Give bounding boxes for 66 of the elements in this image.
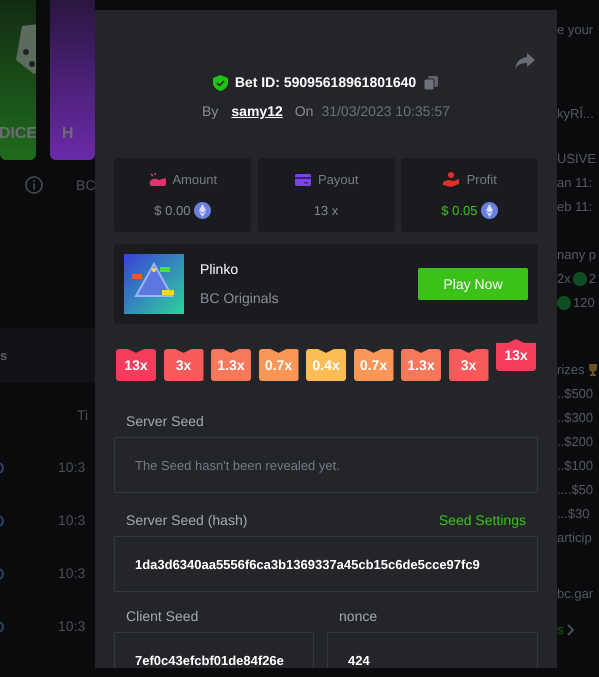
stat-value: $ 0.00 [154, 202, 190, 220]
side-text: ..$300 [557, 409, 594, 428]
multiplier-chip: 3x [448, 349, 488, 381]
client-seed-field[interactable]: 7ef0c43efcbf01de84f26e [114, 632, 314, 668]
side-text: ....$50 [557, 481, 594, 500]
bet-date: 31/03/2023 10:35:57 [321, 102, 450, 121]
tile-caption: BC [76, 176, 95, 194]
side-text: an 11: [557, 174, 592, 192]
column-header: Ti [77, 407, 88, 423]
coin-icon [557, 296, 571, 310]
field-label: Client Seed [125, 606, 200, 626]
multiplier-chip: 1.3x [401, 349, 441, 381]
time-cell-text: 10:3 [58, 564, 86, 583]
game-provider: BC Originals [200, 289, 279, 308]
trophy-icon [586, 363, 599, 377]
info-icon [25, 176, 43, 194]
side-text: kyRÎ... [557, 105, 594, 124]
side-text: e your [557, 21, 594, 40]
side-text: ..$500 [557, 385, 594, 404]
server-seed-hash-field[interactable]: 1da3d6340aa5556f6ca3b1369337a45cb15c6de5cce97fc9 [114, 536, 538, 592]
username-link[interactable]: samy12 [231, 101, 283, 122]
multiplier-chip: 0.4x [306, 349, 346, 381]
bet-id: Bet ID: 59095618961801640 [234, 73, 416, 92]
stat-label: Amount [172, 170, 218, 188]
tile-title: H [62, 124, 74, 144]
side-text: 2 [588, 270, 596, 288]
copy-icon [422, 74, 439, 90]
share-icon [514, 52, 536, 70]
multiplier-chip: 13x [496, 339, 536, 371]
coin-icon [572, 272, 587, 286]
server-seed-field[interactable]: The Seed hasn't been revealed yet. [114, 437, 538, 493]
time-cell-text: 10:3 [58, 617, 86, 636]
field-label: Server Seed [125, 412, 205, 430]
multiplier-chip: 3x [164, 349, 204, 381]
time-cell-text: 10:3 [58, 511, 86, 530]
seed-settings-link[interactable]: Seed Settings [438, 510, 526, 530]
field-label: nonce [338, 606, 378, 626]
side-text: eb 11: [557, 198, 592, 216]
coins-icon [148, 170, 166, 188]
stat-value: $ 0.05 [441, 202, 478, 220]
stat-value: 13 x [314, 202, 338, 220]
side-text: USIVE [557, 150, 596, 168]
side-text: bc.gar [557, 585, 594, 604]
field-label: Server Seed (hash) [125, 510, 248, 530]
side-text: articip [557, 529, 592, 548]
side-text: rizes [557, 361, 584, 380]
chevron-icon [566, 624, 576, 636]
nonce-field[interactable]: 424 [327, 632, 538, 668]
time-cell-text: 10:3 [58, 458, 86, 477]
multiplier-chip: 0.7x [258, 349, 298, 381]
on-label: On [294, 102, 314, 121]
by-label: By [202, 102, 218, 121]
hand-coin-icon [442, 170, 460, 188]
multiplier-chip: 0.7x [354, 349, 394, 381]
stat-label: Profit [466, 170, 497, 188]
multiplier-chip: 1.3x [211, 349, 251, 381]
multiplier-chip: 13x [116, 349, 156, 381]
side-text: ..$200 [557, 433, 594, 452]
side-text: ..$100 [557, 457, 594, 476]
side-text: ...$30 [557, 505, 590, 524]
side-text: 2x [557, 270, 571, 288]
stat-label: Payout [318, 170, 358, 189]
shield-check-icon [213, 74, 228, 90]
side-text: 120 [573, 294, 595, 312]
game-name: Plinko [200, 260, 240, 279]
side-text: nany p [557, 246, 596, 264]
